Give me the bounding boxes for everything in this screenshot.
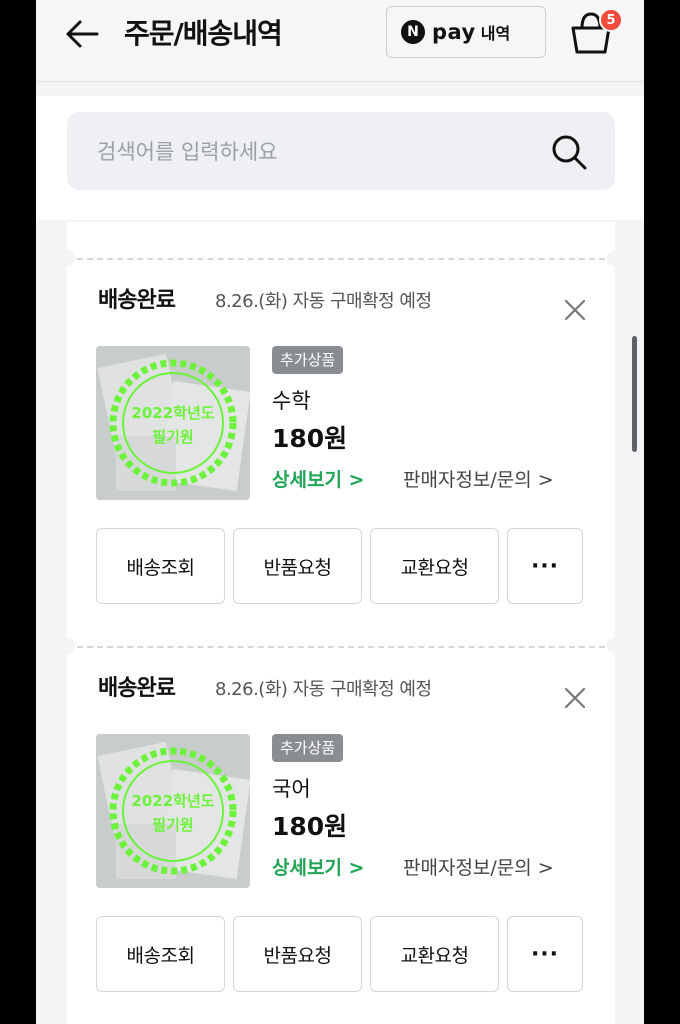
more-options-button[interactable]: ··· <box>507 528 583 604</box>
stamp-text: 필기원 <box>152 428 193 446</box>
product-name: 수학 <box>272 389 311 413</box>
cart-count-badge: 5 <box>599 8 623 32</box>
page-title: 주문/배송내역 <box>124 17 283 50</box>
exchange-request-button[interactable]: 교환요청 <box>370 916 499 992</box>
order-history-screen: 주문/배송내역 N pay 내역 5 검색어를 입력하세요 배송완료 8.26.… <box>36 0 644 1024</box>
stamp-image: 2022학년도 필기원 <box>96 734 250 888</box>
confirm-date-note: 8.26.(화) 자동 구매확정 예정 <box>215 679 432 700</box>
product-thumbnail[interactable]: 2022학년도 필기원 <box>96 734 250 888</box>
product-tag: 추가상품 <box>272 346 344 374</box>
ticket-notch <box>607 250 623 266</box>
close-icon[interactable] <box>561 296 589 324</box>
search-placeholder: 검색어를 입력하세요 <box>97 140 278 164</box>
close-icon[interactable] <box>561 684 589 712</box>
return-request-button[interactable]: 반품요청 <box>233 528 362 604</box>
product-price: 180원 <box>272 424 348 453</box>
confirm-date-note: 8.26.(화) 자동 구매확정 예정 <box>215 291 432 312</box>
order-list: 배송완료 8.26.(화) 자동 구매확정 예정 2022학년도 필기원 추가상… <box>36 222 644 1024</box>
product-tag: 추가상품 <box>272 734 344 762</box>
seller-info-link[interactable]: 판매자정보/문의 > <box>403 465 554 495</box>
npay-pay-label: pay <box>432 20 476 44</box>
order-card: 배송완료 8.26.(화) 자동 구매확정 예정 2022학년도 필기원 추가상… <box>59 638 623 1024</box>
stamp-text: 2022학년도 <box>131 404 214 422</box>
delivery-status: 배송완료 <box>98 676 176 701</box>
delivery-status: 배송완료 <box>98 288 176 313</box>
stamp-image: 2022학년도 필기원 <box>96 346 250 500</box>
return-request-button[interactable]: 반품요청 <box>233 916 362 992</box>
view-details-link[interactable]: 상세보기 > <box>272 465 364 495</box>
stamp-text: 필기원 <box>152 816 193 834</box>
search-area: 검색어를 입력하세요 <box>36 96 644 220</box>
cart-button[interactable]: 5 <box>566 6 623 58</box>
more-options-button[interactable]: ··· <box>507 916 583 992</box>
product-name: 국어 <box>272 777 311 801</box>
arrow-left-icon <box>66 20 99 48</box>
list-top-spacer <box>67 222 615 258</box>
search-input[interactable]: 검색어를 입력하세요 <box>67 112 615 190</box>
npay-logo-icon: N <box>401 20 425 44</box>
npay-history-label: 내역 <box>480 24 511 43</box>
product-price: 180원 <box>272 812 348 841</box>
view-details-link[interactable]: 상세보기 > <box>272 853 364 883</box>
track-delivery-button[interactable]: 배송조회 <box>96 916 225 992</box>
product-thumbnail[interactable]: 2022학년도 필기원 <box>96 346 250 500</box>
ticket-notch <box>59 250 75 266</box>
seller-info-link[interactable]: 판매자정보/문의 > <box>403 853 554 883</box>
npay-history-button[interactable]: N pay 내역 <box>386 6 546 58</box>
exchange-request-button[interactable]: 교환요청 <box>370 528 499 604</box>
search-icon[interactable] <box>549 132 589 172</box>
app-header: 주문/배송내역 N pay 내역 5 <box>36 0 644 82</box>
stamp-text: 2022학년도 <box>131 792 214 810</box>
ticket-notch <box>59 638 75 654</box>
track-delivery-button[interactable]: 배송조회 <box>96 528 225 604</box>
ticket-notch <box>607 638 623 654</box>
scrollbar[interactable] <box>632 336 637 452</box>
back-button[interactable] <box>62 14 102 54</box>
order-card: 배송완료 8.26.(화) 자동 구매확정 예정 2022학년도 필기원 추가상… <box>59 250 623 646</box>
